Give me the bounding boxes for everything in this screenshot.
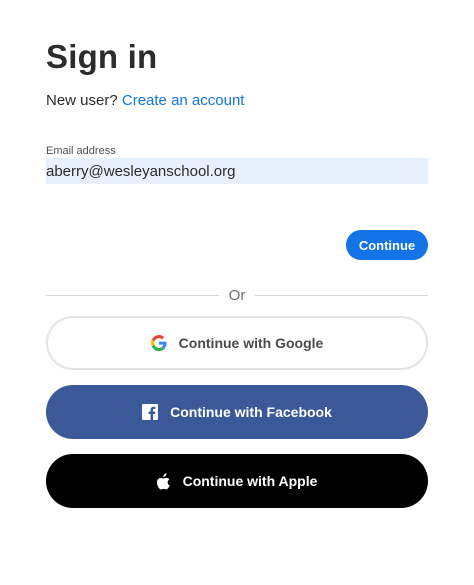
divider-line-right <box>255 294 429 296</box>
continue-button[interactable]: Continue <box>346 230 428 260</box>
new-user-prompt: New user? <box>46 92 118 109</box>
continue-with-facebook-button[interactable]: Continue with Facebook <box>46 385 428 439</box>
apple-button-label: Continue with Apple <box>182 473 318 489</box>
email-label: Email address <box>46 145 116 157</box>
page-title: Sign in <box>46 38 158 75</box>
divider-line-left <box>46 294 219 296</box>
continue-with-apple-button[interactable]: Continue with Apple <box>46 454 428 508</box>
google-button-label: Continue with Google <box>178 335 324 351</box>
google-logo-icon <box>150 335 167 351</box>
facebook-button-label: Continue with Facebook <box>170 404 332 420</box>
facebook-logo-icon <box>142 404 159 420</box>
divider-label: Or <box>228 286 246 304</box>
or-divider: Or <box>46 286 429 304</box>
email-field[interactable] <box>46 158 428 184</box>
new-user-row: New user? Create an account <box>46 92 244 109</box>
continue-with-google-button[interactable]: Continue with Google <box>46 316 428 370</box>
create-account-link[interactable]: Create an account <box>122 92 245 109</box>
apple-logo-icon <box>156 472 171 490</box>
